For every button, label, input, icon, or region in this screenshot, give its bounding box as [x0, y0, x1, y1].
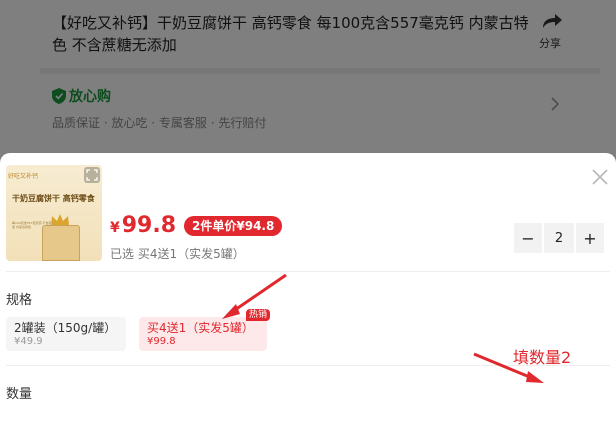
close-icon[interactable] — [590, 167, 610, 187]
sku-selector-sheet: 好吃又补钙 干奶豆腐饼干 高钙零食 每100克含557毫克钙 不含蔗糖无添加 内… — [0, 153, 616, 425]
product-jar-illustration — [42, 225, 80, 261]
hot-sale-tag: 热销 — [245, 309, 270, 321]
spec-option-name: 买4送1（实发5罐） — [147, 321, 254, 335]
thumbnail-headline: 干奶豆腐饼干 高钙零食 — [12, 194, 95, 203]
annotation-label: 填数量2 — [513, 348, 572, 367]
promo-badge: 2件单价¥94.8 — [184, 215, 283, 236]
quantity-input[interactable] — [544, 223, 574, 253]
price-row: ¥99.8 2件单价¥94.8 — [110, 213, 283, 238]
spec-option-2-pack[interactable]: 2罐装（150g/罐） ¥49.9 — [6, 317, 126, 351]
increase-button[interactable]: + — [576, 223, 604, 253]
spec-option-price: ¥49.9 — [14, 336, 43, 347]
quantity-stepper: − + — [514, 223, 604, 253]
current-price: ¥99.8 — [110, 213, 176, 238]
quantity-label: 数量 — [6, 387, 33, 402]
spec-option-buy4get1[interactable]: 买4送1（实发5罐） ¥99.8 热销 — [139, 309, 270, 351]
thumbnail-tag: 好吃又补钙 — [8, 173, 39, 180]
divider — [6, 271, 610, 272]
spec-label: 规格 — [6, 293, 33, 308]
selected-spec-summary: 已选 买4送1（实发5罐） — [110, 247, 245, 261]
currency-symbol: ¥ — [110, 220, 120, 236]
expand-icon[interactable] — [84, 167, 100, 183]
decrease-button[interactable]: − — [514, 223, 542, 253]
spec-option-price: ¥99.8 — [147, 336, 176, 347]
spec-option-name: 2罐装（150g/罐） — [14, 321, 117, 335]
price-value: 99.8 — [121, 213, 177, 238]
